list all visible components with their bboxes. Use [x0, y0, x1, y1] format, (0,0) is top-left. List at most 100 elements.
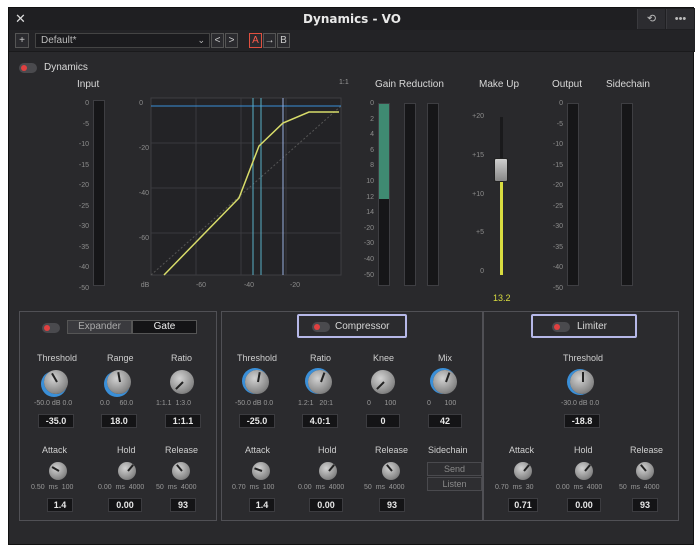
gate-release-knob[interactable] [172, 462, 190, 480]
meter-tick: -5 [556, 120, 563, 128]
compressor-threshold-range: -50.0 dB 0.0 [235, 400, 274, 407]
graph-y-tick: -20 [139, 145, 149, 152]
meter-tick: -30 [363, 240, 374, 248]
compressor-hold-value[interactable]: 0.00 [309, 498, 343, 512]
gate-threshold-knob[interactable] [44, 370, 68, 394]
compare-a-button[interactable]: A [249, 33, 262, 48]
compressor-attack-value[interactable]: 1.4 [249, 498, 275, 512]
meter-tick: -20 [363, 224, 374, 232]
limiter-hold-knob[interactable] [575, 462, 593, 480]
limiter-threshold-label: Threshold [563, 353, 604, 363]
copy-a-to-b-button[interactable]: → [263, 33, 276, 48]
gate-threshold-label: Threshold [37, 353, 78, 363]
meter-tick: 0 [480, 268, 484, 276]
compressor-knee-value[interactable]: 0 [366, 414, 400, 428]
limiter-threshold-range: -30.0 dB 0.0 [561, 400, 600, 407]
compressor-threshold-knob[interactable] [245, 370, 269, 394]
compressor-ratio-knob[interactable] [308, 370, 332, 394]
sidechain-send-button[interactable]: Send [427, 462, 482, 476]
dynamics-window: ✕ Dynamics - VO ⟲ ••• + Default* ⌄ < > A… [8, 7, 695, 545]
gate-hold-value[interactable]: 0.00 [108, 498, 142, 512]
gate-hold-range: 0.00 ms 4000 [98, 484, 145, 491]
meter-tick: -50 [78, 284, 89, 292]
more-options-icon[interactable]: ••• [666, 9, 694, 29]
gate-release-value[interactable]: 93 [170, 498, 196, 512]
graph-x-tick: dB [141, 282, 150, 289]
compressor-enable-toggle[interactable] [312, 322, 330, 332]
make-up-slider-handle[interactable] [494, 158, 508, 182]
compressor-panel: Compressor Threshold -50.0 dB 0.0 -25.0 … [221, 311, 483, 521]
meter-tick: -40 [363, 256, 374, 263]
transfer-curve-graph: 0 -20 -40 -60 dB -60 -40 -20 [139, 97, 342, 289]
compressor-knee-label: Knee [373, 353, 395, 363]
limiter-threshold-knob[interactable] [570, 370, 594, 394]
gate-ratio-knob[interactable] [170, 370, 194, 394]
compressor-attack-knob[interactable] [252, 462, 270, 480]
gain-reduction-meter-1 [378, 103, 390, 286]
make-up-value: 13.2 [493, 293, 511, 303]
compressor-ratio-range: 1.2:1 20:1 [298, 400, 334, 407]
limiter-panel: Limiter Threshold -30.0 dB 0.0 -18.8 Att… [483, 311, 679, 521]
meter-tick: -25 [552, 202, 563, 210]
limiter-enable-toggle[interactable] [552, 322, 570, 332]
compressor-threshold-value[interactable]: -25.0 [239, 414, 275, 428]
next-preset-button[interactable]: > [225, 33, 238, 48]
limiter-threshold-value[interactable]: -18.8 [564, 414, 600, 428]
meter-tick: 12 [366, 193, 374, 201]
gate-attack-value[interactable]: 1.4 [47, 498, 73, 512]
gate-attack-knob[interactable] [49, 462, 67, 480]
compressor-knee-knob[interactable] [371, 370, 395, 394]
limiter-attack-value[interactable]: 0.71 [508, 498, 538, 512]
gate-hold-knob[interactable] [118, 462, 136, 480]
graph-x-tick: -60 [196, 282, 206, 289]
meter-tick: -10 [78, 141, 89, 148]
gate-attack-label: Attack [42, 445, 68, 455]
limiter-hold-label: Hold [574, 445, 593, 455]
compressor-release-range: 50 ms 4000 [364, 484, 405, 491]
limiter-hold-range: 0.00 ms 4000 [556, 484, 603, 491]
preset-dropdown[interactable]: Default* ⌄ [35, 33, 210, 48]
reset-icon[interactable]: ⟲ [637, 9, 665, 29]
meter-tick: 6 [370, 146, 374, 154]
sidechain-listen-button[interactable]: Listen [427, 477, 482, 491]
gate-threshold-value[interactable]: -35.0 [38, 414, 74, 428]
limiter-attack-knob[interactable] [514, 462, 532, 480]
limiter-label: Limiter [577, 321, 608, 332]
ratio-readout: 1:1 [339, 79, 349, 86]
meter-tick: -40 [552, 264, 563, 271]
limiter-hold-value[interactable]: 0.00 [567, 498, 601, 512]
graph-y-tick: 0 [139, 100, 143, 107]
sidechain-meter [621, 103, 633, 286]
limiter-release-value[interactable]: 93 [632, 498, 658, 512]
compressor-release-value[interactable]: 93 [379, 498, 405, 512]
gate-range-value[interactable]: 18.0 [101, 414, 137, 428]
compressor-mix-value[interactable]: 42 [428, 414, 462, 428]
meter-tick: -30 [78, 223, 89, 230]
make-up-slider-fill [500, 168, 503, 275]
compressor-ratio-value[interactable]: 4.0:1 [302, 414, 338, 428]
tab-gate[interactable]: Gate [132, 320, 197, 334]
meter-tick: +15 [472, 151, 484, 159]
dynamics-enable-toggle[interactable] [19, 63, 37, 73]
gate-ratio-value[interactable]: 1:1.1 [165, 414, 201, 428]
meter-tick: -40 [78, 264, 89, 271]
limiter-release-label: Release [630, 445, 664, 455]
compressor-hold-knob[interactable] [319, 462, 337, 480]
add-preset-button[interactable]: + [15, 33, 29, 48]
compressor-mix-knob[interactable] [433, 370, 457, 394]
compressor-release-knob[interactable] [382, 462, 400, 480]
gate-attack-range: 0.50 ms 100 [31, 484, 74, 491]
gate-enable-toggle[interactable] [42, 323, 60, 333]
preset-toolbar: + Default* ⌄ < > A → B [9, 30, 695, 52]
gate-ratio-range: 1:1.1 1:3.0 [156, 400, 192, 407]
gate-range-knob[interactable] [107, 370, 131, 394]
compare-b-button[interactable]: B [277, 33, 290, 48]
tab-expander[interactable]: Expander [67, 320, 132, 334]
compressor-release-label: Release [375, 445, 409, 455]
gate-ratio-label: Ratio [171, 353, 193, 363]
gate-range-label: Range [107, 353, 134, 363]
limiter-release-knob[interactable] [636, 462, 654, 480]
prev-preset-button[interactable]: < [211, 33, 224, 48]
dynamics-label: Dynamics [44, 62, 88, 73]
compressor-label: Compressor [335, 321, 390, 332]
